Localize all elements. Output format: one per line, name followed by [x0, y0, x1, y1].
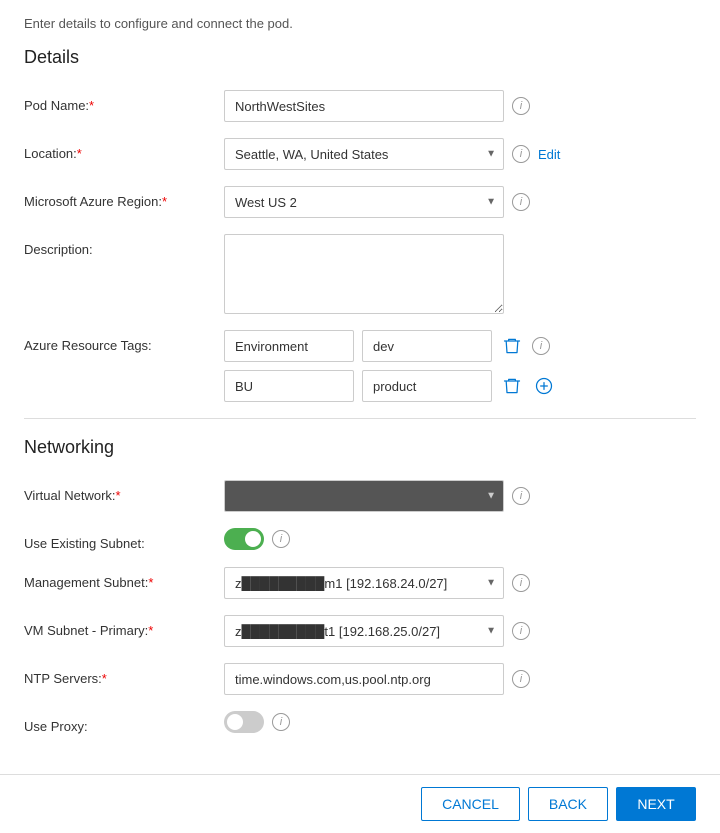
management-subnet-required: *	[148, 575, 153, 590]
virtual-network-info-icon: i	[512, 487, 530, 505]
use-existing-subnet-row: Use Existing Subnet: i	[24, 528, 696, 551]
management-subnet-row: Management Subnet:* z█████████m1 [192.16…	[24, 567, 696, 599]
location-row: Location:* Seattle, WA, United States ▼ …	[24, 138, 696, 170]
ntp-servers-row: NTP Servers:* i	[24, 663, 696, 695]
tag-add-button[interactable]	[532, 374, 556, 398]
vm-subnet-label: VM Subnet - Primary:*	[24, 615, 224, 638]
next-button[interactable]: NEXT	[616, 787, 696, 821]
azure-tags-label: Azure Resource Tags:	[24, 330, 224, 353]
networking-section-title: Networking	[24, 437, 696, 462]
vm-subnet-select[interactable]: z█████████t1 [192.168.25.0/27]	[224, 615, 504, 647]
tag-value-1[interactable]	[362, 330, 492, 362]
use-existing-subnet-toggle[interactable]	[224, 528, 264, 550]
location-control: Seattle, WA, United States ▼ i Edit	[224, 138, 696, 170]
cancel-button[interactable]: CANCEL	[421, 787, 520, 821]
use-existing-subnet-info-icon: i	[272, 530, 290, 548]
location-edit-link[interactable]: Edit	[538, 147, 560, 162]
use-proxy-slider	[224, 711, 264, 733]
pod-name-label: Pod Name:*	[24, 90, 224, 113]
intro-text: Enter details to configure and connect t…	[24, 16, 696, 31]
management-subnet-label: Management Subnet:*	[24, 567, 224, 590]
pod-name-control: i	[224, 90, 696, 122]
pod-name-row: Pod Name:* i	[24, 90, 696, 122]
tag-row-1-info-icon: i	[532, 337, 550, 355]
trash-icon-1	[502, 336, 522, 356]
description-label: Description:	[24, 234, 224, 257]
tag-row-1: i	[224, 330, 556, 362]
use-existing-subnet-label: Use Existing Subnet:	[24, 528, 224, 551]
tag-key-2[interactable]	[224, 370, 354, 402]
description-control	[224, 234, 696, 314]
location-label: Location:*	[24, 138, 224, 161]
management-subnet-control: z█████████m1 [192.168.24.0/27] ▼ i	[224, 567, 696, 599]
virtual-network-select-wrap: ▼	[224, 480, 504, 512]
vm-subnet-required: *	[148, 623, 153, 638]
use-existing-subnet-toggle-wrap: i	[224, 528, 290, 550]
azure-region-label: Microsoft Azure Region:*	[24, 186, 224, 209]
use-proxy-label: Use Proxy:	[24, 711, 224, 734]
azure-region-select[interactable]: West US 2	[224, 186, 504, 218]
use-proxy-toggle[interactable]	[224, 711, 264, 733]
tag-row-2	[224, 370, 556, 402]
tag-delete-2-button[interactable]	[500, 374, 524, 398]
pod-name-input[interactable]	[224, 90, 504, 122]
azure-tags-row: Azure Resource Tags: i	[24, 330, 696, 402]
ntp-servers-required: *	[102, 671, 107, 686]
vm-subnet-row: VM Subnet - Primary:* z█████████t1 [192.…	[24, 615, 696, 647]
virtual-network-select[interactable]	[224, 480, 504, 512]
virtual-network-label: Virtual Network:*	[24, 480, 224, 503]
use-proxy-control: i	[224, 711, 696, 733]
ntp-servers-label: NTP Servers:*	[24, 663, 224, 686]
ntp-servers-control: i	[224, 663, 696, 695]
use-existing-subnet-slider	[224, 528, 264, 550]
section-divider	[24, 418, 696, 419]
management-subnet-select[interactable]: z█████████m1 [192.168.24.0/27]	[224, 567, 504, 599]
azure-region-control: West US 2 ▼ i	[224, 186, 696, 218]
ntp-servers-input[interactable]	[224, 663, 504, 695]
description-textarea[interactable]	[224, 234, 504, 314]
pod-name-required: *	[89, 98, 94, 113]
management-subnet-info-icon: i	[512, 574, 530, 592]
location-select[interactable]: Seattle, WA, United States	[224, 138, 504, 170]
details-section-title: Details	[24, 47, 696, 72]
virtual-network-required: *	[116, 488, 121, 503]
tag-key-1[interactable]	[224, 330, 354, 362]
ntp-servers-info-icon: i	[512, 670, 530, 688]
tag-value-2[interactable]	[362, 370, 492, 402]
trash-icon-2	[502, 376, 522, 396]
footer: CANCEL BACK NEXT	[0, 774, 720, 833]
virtual-network-row: Virtual Network:* ▼ i	[24, 480, 696, 512]
location-select-wrap: Seattle, WA, United States ▼	[224, 138, 504, 170]
vm-subnet-info-icon: i	[512, 622, 530, 640]
azure-tags-control: i	[224, 330, 696, 402]
back-button[interactable]: BACK	[528, 787, 608, 821]
pod-name-info-icon: i	[512, 97, 530, 115]
main-content: Enter details to configure and connect t…	[0, 0, 720, 774]
use-existing-subnet-control: i	[224, 528, 696, 550]
management-subnet-select-wrap: z█████████m1 [192.168.24.0/27] ▼	[224, 567, 504, 599]
tag-delete-1-button[interactable]	[500, 334, 524, 358]
azure-region-info-icon: i	[512, 193, 530, 211]
azure-region-select-wrap: West US 2 ▼	[224, 186, 504, 218]
description-row: Description:	[24, 234, 696, 314]
use-proxy-toggle-wrap: i	[224, 711, 290, 733]
tags-section: i	[224, 330, 556, 402]
vm-subnet-select-wrap: z█████████t1 [192.168.25.0/27] ▼	[224, 615, 504, 647]
add-icon	[534, 376, 554, 396]
use-proxy-info-icon: i	[272, 713, 290, 731]
location-required: *	[77, 146, 82, 161]
vm-subnet-control: z█████████t1 [192.168.25.0/27] ▼ i	[224, 615, 696, 647]
location-info-icon: i	[512, 145, 530, 163]
use-proxy-row: Use Proxy: i	[24, 711, 696, 734]
virtual-network-control: ▼ i	[224, 480, 696, 512]
azure-region-required: *	[162, 194, 167, 209]
azure-region-row: Microsoft Azure Region:* West US 2 ▼ i	[24, 186, 696, 218]
